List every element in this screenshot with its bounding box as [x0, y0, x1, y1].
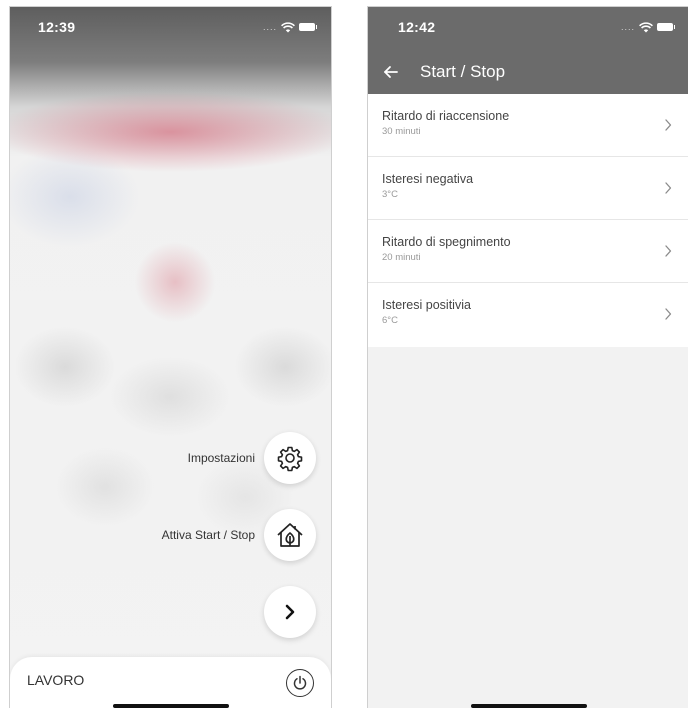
home-indicator	[470, 704, 587, 708]
setting-value: 6°C	[382, 315, 398, 326]
action-settings-label: Impostazioni	[187, 451, 255, 465]
chevron-right-icon	[665, 308, 672, 320]
setting-row-ritardo-spegnimento[interactable]: Ritardo di spegnimento 20 minuti	[368, 220, 688, 283]
chevron-right-icon	[665, 119, 672, 131]
settings-button[interactable]	[264, 432, 316, 484]
home-indicator	[112, 704, 229, 708]
status-icons: ....	[262, 21, 317, 33]
wifi-icon	[639, 21, 653, 32]
chevron-right-icon	[665, 245, 672, 257]
mode-label: LAVORO	[27, 672, 85, 688]
phone-left: 12:39 .... Impostazioni Attiva Start / S…	[9, 6, 332, 708]
action-start-stop-label: Attiva Start / Stop	[161, 528, 255, 542]
page-title: Start / Stop	[420, 62, 506, 81]
next-button[interactable]	[264, 586, 316, 638]
setting-row-ritardo-riaccensione[interactable]: Ritardo di riaccensione 30 minuti	[368, 94, 688, 157]
battery-icon	[299, 23, 317, 31]
signal-dots: ....	[262, 22, 277, 32]
battery-icon	[657, 23, 675, 31]
setting-title: Ritardo di spegnimento	[382, 235, 511, 249]
setting-row-isteresi-negativa[interactable]: Isteresi negativa 3°C	[368, 157, 688, 220]
action-settings-row: Impostazioni	[188, 432, 316, 484]
bottom-status-card: LAVORO	[10, 657, 331, 708]
status-bar: 12:42 ....	[368, 7, 688, 47]
house-leaf-icon	[277, 523, 303, 547]
signal-dots: ....	[620, 22, 635, 32]
status-time: 12:42	[398, 19, 436, 35]
nav-bar: Start / Stop	[368, 55, 688, 89]
status-icons: ....	[620, 21, 675, 33]
empty-area	[368, 347, 688, 708]
chevron-right-icon	[285, 604, 295, 620]
status-bar: 12:39 ....	[10, 7, 331, 47]
action-start-stop-row: Attiva Start / Stop	[162, 509, 316, 561]
status-time: 12:39	[38, 19, 76, 35]
phone-right: 12:42 .... Start / Stop Ritardo di riacc…	[367, 6, 688, 708]
setting-row-isteresi-positiva[interactable]: Isteresi positivia 6°C	[368, 283, 688, 346]
setting-title: Isteresi positivia	[382, 298, 471, 312]
start-stop-button[interactable]	[264, 509, 316, 561]
setting-value: 3°C	[382, 189, 398, 200]
action-next-row	[264, 586, 316, 638]
power-button[interactable]	[286, 669, 314, 697]
power-icon	[293, 675, 307, 690]
chevron-right-icon	[665, 182, 672, 194]
gear-icon	[277, 446, 303, 472]
wifi-icon	[281, 21, 295, 32]
setting-value: 30 minuti	[382, 126, 421, 137]
setting-title: Ritardo di riaccensione	[382, 109, 510, 123]
back-arrow-icon[interactable]	[382, 63, 400, 81]
app-header: 12:42 .... Start / Stop	[368, 7, 688, 94]
setting-title: Isteresi negativa	[382, 172, 474, 186]
settings-list: Ritardo di riaccensione 30 minuti Istere…	[368, 94, 688, 346]
setting-value: 20 minuti	[382, 252, 421, 263]
